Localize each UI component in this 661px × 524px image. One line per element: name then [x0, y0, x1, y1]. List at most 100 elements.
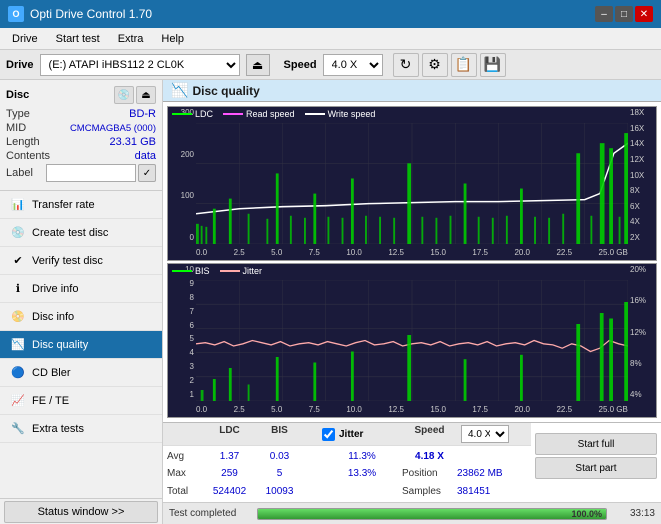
sidebar-item-transfer-rate[interactable]: 📊 Transfer rate	[0, 191, 162, 219]
avg-speed: 4.18 X	[402, 451, 457, 462]
jitter-checkbox[interactable]	[322, 428, 335, 441]
y-right-16x: 16X	[630, 125, 644, 133]
status-bar: Status window >>	[0, 498, 162, 524]
stats-data-rows: Avg 1.37 0.03 11.3% 4.18 X Max 259 5 13.…	[163, 446, 531, 502]
maximize-button[interactable]: □	[615, 6, 633, 22]
sidebar: Disc 💿 ⏏ Type BD-R MID CMCMAGBA5 (000) L…	[0, 80, 163, 524]
y-right-10x: 10X	[630, 172, 644, 180]
menu-extra[interactable]: Extra	[110, 31, 152, 47]
close-button[interactable]: ✕	[635, 6, 653, 22]
legend-write-speed-color	[305, 113, 325, 115]
sidebar-menu: 📊 Transfer rate 💿 Create test disc ✔ Ver…	[0, 191, 162, 498]
app-icon: O	[8, 6, 24, 22]
samples-label: Samples	[402, 486, 457, 497]
avg-label: Avg	[167, 451, 202, 462]
disc-label-input-group: ✓	[46, 164, 156, 182]
legend-ldc-label: LDC	[195, 109, 213, 119]
stats-right-panel: Start full Start part	[531, 423, 661, 502]
minimize-button[interactable]: –	[595, 6, 613, 22]
drive-eject-button[interactable]: ⏏	[246, 54, 270, 76]
chart2-y-axis-left: 10 9 8 7 6 5 4 3 2 1	[168, 264, 196, 401]
total-label: Total	[167, 486, 202, 497]
drive-select[interactable]: (E:) ATAPI iHBS112 2 CL0K	[40, 54, 240, 76]
legend-ldc: LDC	[172, 109, 213, 119]
y2-right-8: 8%	[630, 360, 642, 368]
stats-left-panel: LDC BIS Jitter Speed 4.0 X	[163, 423, 531, 502]
y2-right-20: 20%	[630, 266, 646, 274]
toolbar-settings-button[interactable]: ⚙	[422, 53, 448, 77]
progress-bar: 100.0%	[257, 508, 607, 520]
sidebar-item-drive-info[interactable]: ℹ Drive info	[0, 275, 162, 303]
start-part-button[interactable]: Start part	[535, 457, 657, 479]
sidebar-item-verify-test-disc[interactable]: ✔ Verify test disc	[0, 247, 162, 275]
y-right-18x: 18X	[630, 109, 644, 117]
menu-help[interactable]: Help	[153, 31, 192, 47]
y2-label-2: 2	[190, 377, 194, 385]
start-full-button[interactable]: Start full	[535, 433, 657, 455]
toolbar-save-button[interactable]: 💾	[480, 53, 506, 77]
disc-panel-header: Disc 💿 ⏏	[6, 86, 156, 104]
h-check-spacer	[302, 425, 322, 443]
position-val: 23862 MB	[457, 468, 512, 479]
sidebar-item-label-create-test-disc: Create test disc	[32, 227, 108, 239]
sidebar-item-label-drive-info: Drive info	[32, 283, 78, 295]
disc-section-label: Disc	[6, 89, 29, 101]
y-right-14x: 14X	[630, 140, 644, 148]
sidebar-item-extra-tests[interactable]: 🔧 Extra tests	[0, 415, 162, 443]
sidebar-item-create-test-disc[interactable]: 💿 Create test disc	[0, 219, 162, 247]
progress-fill	[258, 509, 606, 519]
disc-label-confirm-button[interactable]: ✓	[138, 164, 156, 182]
disc-label-input[interactable]	[46, 164, 136, 182]
speed-select[interactable]: 4.0 X	[323, 54, 383, 76]
legend-read-speed: Read speed	[223, 109, 295, 119]
chart1-legend: LDC Read speed Write speed	[172, 109, 375, 119]
disc-contents-value: data	[135, 150, 156, 162]
sidebar-item-cd-bler[interactable]: 🔵 CD Bler	[0, 359, 162, 387]
position-label: Position	[402, 468, 457, 479]
chart2-svg	[196, 280, 628, 401]
sidebar-item-disc-info[interactable]: 📀 Disc info	[0, 303, 162, 331]
y-label-100: 100	[181, 192, 194, 200]
y-right-6x: 6X	[630, 203, 640, 211]
stats-speed-select[interactable]: 4.0 X	[461, 425, 509, 443]
disc-contents-label: Contents	[6, 150, 50, 162]
y2-label-8: 8	[190, 294, 194, 302]
disc-length-row: Length 23.31 GB	[6, 136, 156, 148]
content-header: 📉 Disc quality	[163, 80, 661, 102]
toolbar-copy-button[interactable]: 📋	[451, 53, 477, 77]
status-window-button[interactable]: Status window >>	[4, 501, 158, 523]
legend-bis: BIS	[172, 266, 210, 276]
y2-label-7: 7	[190, 308, 194, 316]
sidebar-item-disc-quality[interactable]: 📉 Disc quality	[0, 331, 162, 359]
legend-read-speed-color	[223, 113, 243, 115]
drive-bar: Drive (E:) ATAPI iHBS112 2 CL0K ⏏ Speed …	[0, 50, 661, 80]
disc-load-icon[interactable]: 💿	[114, 86, 134, 104]
avg-ldc: 1.37	[202, 451, 257, 462]
y2-right-4: 4%	[630, 391, 642, 399]
title-bar: O Opti Drive Control 1.70 – □ ✕	[0, 0, 661, 28]
sidebar-item-label-verify-test-disc: Verify test disc	[32, 255, 103, 267]
disc-contents-row: Contents data	[6, 150, 156, 162]
create-test-disc-icon: 💿	[10, 225, 26, 241]
legend-jitter-label: Jitter	[243, 266, 263, 276]
chart1-y-axis-left: 300 200 100 0	[168, 107, 196, 244]
y2-label-6: 6	[190, 322, 194, 330]
chart2-x-axis: 0.0 2.5 5.0 7.5 10.0 12.5 15.0 17.5 20.0…	[196, 401, 628, 417]
avg-jitter: 11.3%	[322, 451, 402, 462]
chart2-y-axis-right: 20% 16% 12% 8% 4%	[628, 264, 656, 401]
stats-headers-row: LDC BIS Jitter Speed 4.0 X	[163, 423, 531, 446]
content-header-icon: 📉	[171, 82, 188, 99]
toolbar-refresh-button[interactable]: ↻	[393, 53, 419, 77]
content-header-title: Disc quality	[192, 84, 259, 98]
sidebar-item-fe-te[interactable]: 📈 FE / TE	[0, 387, 162, 415]
disc-icon-buttons: 💿 ⏏	[114, 86, 156, 104]
title-bar-left: O Opti Drive Control 1.70	[8, 6, 152, 22]
menu-start-test[interactable]: Start test	[48, 31, 108, 47]
y-right-12x: 12X	[630, 156, 644, 164]
sidebar-item-label-cd-bler: CD Bler	[32, 367, 71, 379]
disc-eject-icon[interactable]: ⏏	[136, 86, 156, 104]
menu-drive[interactable]: Drive	[4, 31, 46, 47]
disc-panel: Disc 💿 ⏏ Type BD-R MID CMCMAGBA5 (000) L…	[0, 80, 162, 191]
progress-time: 33:13	[615, 508, 655, 519]
y2-label-1: 1	[190, 391, 194, 399]
